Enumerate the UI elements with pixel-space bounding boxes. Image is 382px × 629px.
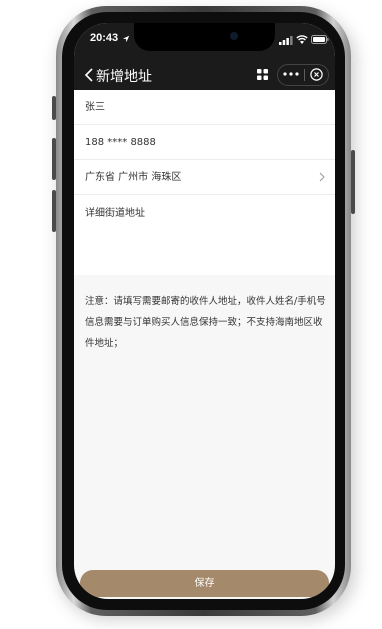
volume-down-button [52,190,56,232]
location-arrow-icon [122,35,130,43]
mute-switch [52,96,56,120]
grid-apps-icon[interactable] [256,68,269,81]
street-placeholder: 详细街道地址 [85,208,145,219]
page-title: 新增地址 [96,69,152,85]
camera-icon [230,32,238,40]
region-value: 广东省 广州市 海珠区 [85,172,182,183]
phone-value: 188 **** 8888 [85,137,156,148]
notice-text: 注意：请填写需要邮寄的收件人地址，收件人姓名/手机号信息需要与订单购买人信息保持… [85,296,326,349]
wifi-icon [296,35,308,44]
top-bar: 20:43 新增地址 [74,23,335,90]
chevron-right-icon [319,172,325,182]
power-button [351,150,355,214]
name-field[interactable]: 张三 [74,90,335,125]
signal-icon [279,36,293,45]
capsule-divider [304,69,305,81]
address-form: 张三 188 **** 8888 广东省 广州市 海珠区 详细街道地址 [74,90,335,275]
region-picker[interactable]: 广东省 广州市 海珠区 [74,160,335,195]
volume-up-button [52,138,56,180]
battery-icon [311,35,329,44]
nav-bar: 新增地址 [74,63,335,87]
notch [134,23,275,51]
status-time: 20:43 [90,32,119,44]
phone-field[interactable]: 188 **** 8888 [74,125,335,160]
more-icon[interactable] [281,68,301,80]
street-address-field[interactable]: 详细街道地址 [74,195,335,275]
stage: 20:43 新增地址 张三 188 **** 8888 广东省 广州市 海珠区 … [0,0,382,629]
name-value: 张三 [85,102,105,113]
close-icon[interactable] [310,68,323,81]
phone-screen: 20:43 新增地址 张三 188 **** 8888 广东省 广州市 海珠区 … [74,23,335,599]
back-icon[interactable] [84,67,94,83]
save-button[interactable]: 保存 [80,570,329,597]
